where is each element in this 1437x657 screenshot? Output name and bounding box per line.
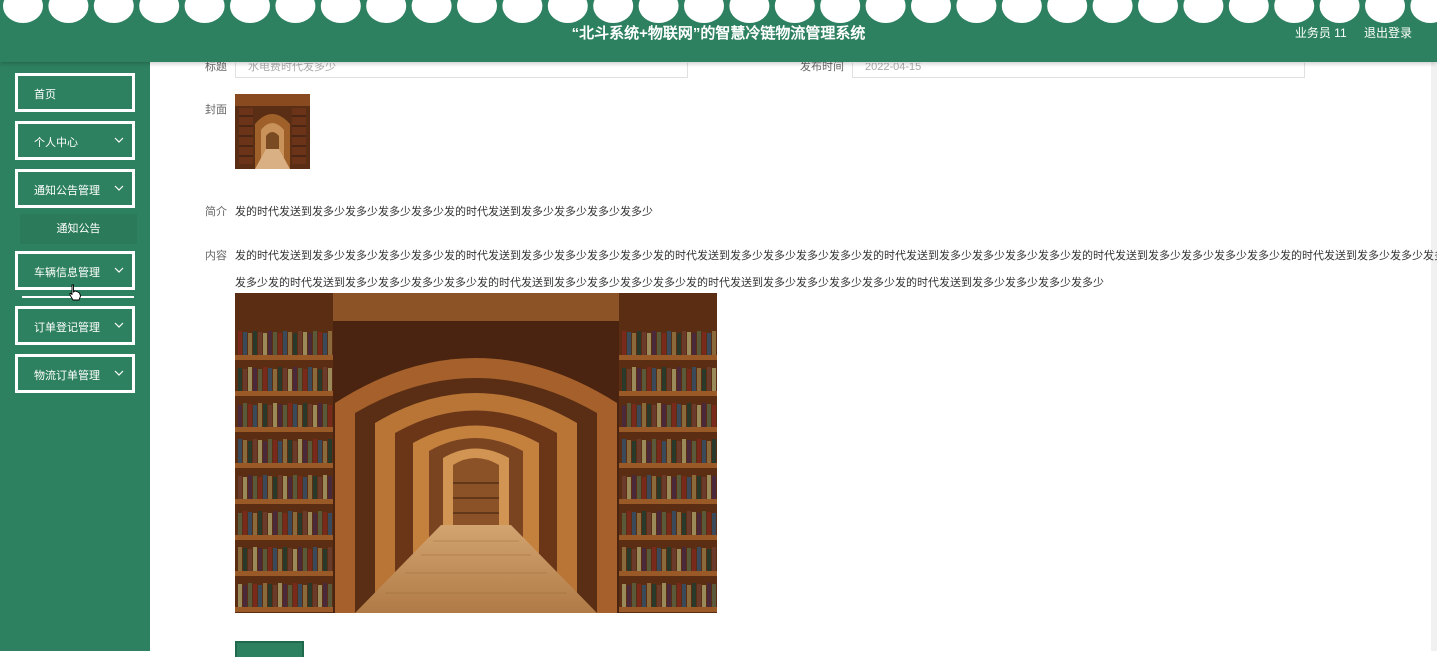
hand-cursor-icon	[69, 284, 81, 301]
sidebar-item-notice-management[interactable]: 通知公告管理	[15, 169, 135, 208]
page-scrollbar[interactable]	[1431, 62, 1437, 651]
library-content-image	[235, 293, 717, 613]
submenu-item-notice[interactable]: 通知公告	[20, 214, 137, 244]
chevron-down-icon	[114, 185, 124, 191]
back-button[interactable]	[235, 641, 304, 657]
chevron-down-icon	[114, 322, 124, 328]
sidebar-item-label: 物流订单管理	[34, 370, 100, 382]
sidebar-item-label: 首页	[34, 89, 56, 101]
top-header: “北斗系统+物联网”的智慧冷链物流管理系统 业务员 11 退出登录	[0, 0, 1437, 62]
intro-text: 发的时代发送到发多少发多少发多少发多少发的时代发送到发多少发多少发多少发多少	[235, 206, 653, 218]
sidebar-item-logistics-orders[interactable]: 物流订单管理	[15, 354, 135, 393]
cover-label: 封面	[205, 104, 227, 116]
sidebar-item-label: 通知公告管理	[34, 185, 100, 197]
title-field[interactable]: 水电费时代发多少	[235, 63, 688, 78]
sidebar-item-personal-center[interactable]: 个人中心	[15, 121, 135, 160]
publish-date-field[interactable]: 2022-04-15	[852, 63, 1305, 78]
username-label: 业务员 11	[1294, 26, 1347, 40]
intro-label: 简介	[205, 206, 227, 218]
cover-image	[235, 94, 310, 169]
content-text-line-2: 发多少发的时代发送到发多少发多少发多少发多少发的时代发送到发多少发多少发多少发多…	[235, 277, 1104, 289]
app-title: “北斗系统+物联网”的智慧冷链物流管理系统	[571, 25, 866, 42]
sidebar-item-order-registration[interactable]: 订单登记管理	[15, 306, 135, 345]
chevron-down-icon	[114, 137, 124, 143]
logout-link[interactable]: 退出登录	[1364, 26, 1412, 40]
sidebar-item-label: 个人中心	[34, 137, 78, 149]
chevron-down-icon	[114, 267, 124, 273]
sidebar-item-label: 车辆信息管理	[34, 267, 100, 279]
sidebar-item-label: 订单登记管理	[34, 322, 100, 334]
content-label: 内容	[205, 250, 227, 262]
chevron-down-icon	[114, 370, 124, 376]
content-text-line-1: 发的时代发送到发多少发多少发多少发多少发的时代发送到发多少发多少发多少发多少发的…	[235, 250, 1437, 262]
user-area: 业务员 11 退出登录	[1281, 24, 1412, 41]
sidebar-item-home[interactable]: 首页	[15, 73, 135, 112]
